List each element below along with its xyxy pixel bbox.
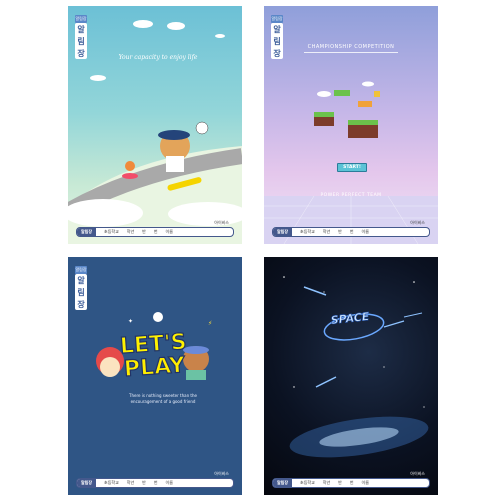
galaxy-illustration [283,276,429,458]
sky-illustration [68,20,242,244]
brand: 아이비스 [214,220,229,225]
title-play: PLAY [123,352,187,383]
tagline: Your capacity to enjoy life [118,54,198,61]
subject-tag: 알림장 [75,266,87,274]
team-text: POWER PERFECT TEAM [320,193,382,198]
start-badge: START! [337,163,367,172]
notebook-cover-space: SPACE 아이비스 알림장 초등학교 학년 반 번 이름 [264,257,438,495]
svg-text:✦: ✦ [128,318,133,325]
notebook-cover-sky: 알림장 알림장 Your capacity to enjoy life 아이비스… [68,6,242,244]
brand: 아이비스 [214,471,229,476]
notebook-cover-play: ✦ ⚡ 알림장 알림장 LET'S PLAY There is nothing … [68,257,242,495]
subject-label: 알림장 [75,274,87,310]
name-field[interactable]: 알림장 초등학교 학년 반 번 이름 [76,227,234,237]
name-field[interactable]: 알림장 초등학교 학년 반 번 이름 [272,478,430,488]
brand: 아이비스 [410,471,425,476]
brand: 아이비스 [410,220,425,225]
name-field[interactable]: 알림장 초등학교 학년 반 번 이름 [272,227,430,237]
headline-underline [304,52,398,53]
headline: CHAMPIONSHIP COMPETITION [307,44,395,50]
subject-label: 알림장 [271,23,283,59]
svg-text:⚡: ⚡ [208,320,212,327]
subject-label: 알림장 [75,23,87,59]
pixel-island-illustration [264,81,438,244]
subject-tag: 알림장 [75,15,87,23]
subject-tag: 알림장 [271,15,283,23]
quote: There is nothing sweeter than the encour… [129,393,197,404]
name-field[interactable]: 알림장 초등학교 학년 반 번 이름 [76,478,234,488]
notebook-cover-game: 알림장 알림장 CHAMPIONSHIP COMPETITION START! … [264,6,438,244]
